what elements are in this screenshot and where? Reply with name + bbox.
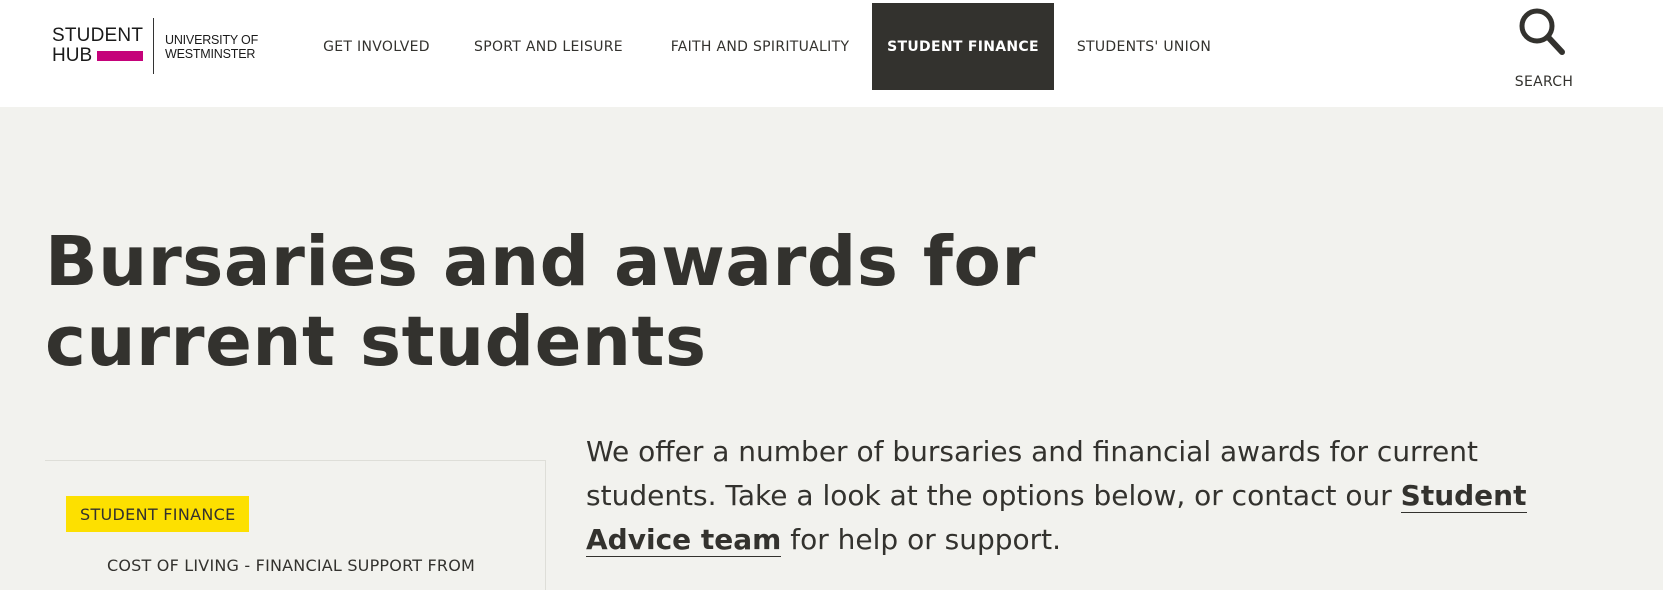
logo-line-hub: HUB <box>52 45 93 66</box>
nav-sport-and-leisure[interactable]: SPORT AND LEISURE <box>461 3 636 90</box>
search-button[interactable]: SEARCH <box>1504 6 1584 96</box>
sidebar-link-cost-of-living[interactable]: COST OF LIVING - FINANCIAL SUPPORT FROM <box>107 556 475 575</box>
section-navigation: STUDENT FINANCE COST OF LIVING - FINANCI… <box>45 460 546 590</box>
intro-text-before: We offer a number of bursaries and finan… <box>586 435 1478 512</box>
student-hub-wordmark: STUDENT HUB <box>52 18 144 70</box>
search-icon <box>1519 8 1565 55</box>
site-header: STUDENT HUB UNIVERSITY OF WESTMINSTER GE… <box>0 0 1663 107</box>
university-wordmark: UNIVERSITY OF WESTMINSTER <box>165 33 259 61</box>
search-label: SEARCH <box>1514 74 1574 90</box>
logo-magenta-bar <box>97 51 143 61</box>
section-badge[interactable]: STUDENT FINANCE <box>66 496 250 532</box>
logo-divider <box>153 18 154 74</box>
student-hub-logo[interactable]: STUDENT HUB UNIVERSITY OF WESTMINSTER <box>52 18 258 74</box>
logo-line-student: STUDENT <box>52 25 144 46</box>
nav-faith-and-spirituality[interactable]: FAITH AND SPIRITUALITY <box>655 3 865 90</box>
page-title: Bursaries and awards for current student… <box>45 222 1036 382</box>
nav-students-union[interactable]: STUDENTS' UNION <box>1064 3 1224 90</box>
nav-get-involved[interactable]: GET INVOLVED <box>309 3 444 90</box>
nav-student-finance[interactable]: STUDENT FINANCE <box>872 3 1054 90</box>
intro-paragraph: We offer a number of bursaries and finan… <box>586 430 1566 562</box>
intro-text-after: for help or support. <box>781 523 1062 556</box>
